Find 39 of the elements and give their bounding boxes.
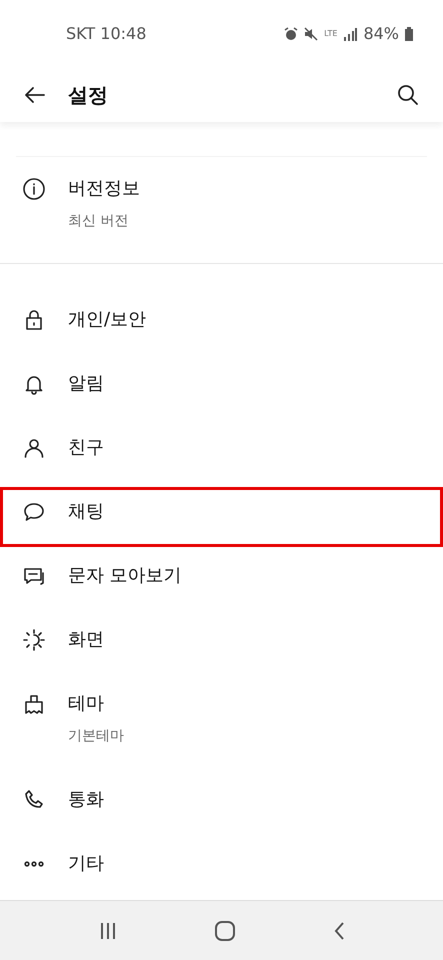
battery-icon: [405, 27, 413, 41]
settings-item[interactable]: 화면: [0, 608, 443, 672]
settings-item[interactable]: 기타: [0, 832, 443, 896]
back-nav-button[interactable]: [332, 920, 345, 940]
more-icon: [24, 861, 44, 867]
item-subtitle: 최신 버전: [68, 212, 130, 231]
settings-item[interactable]: 알림: [0, 352, 443, 416]
settings-item[interactable]: 채팅: [0, 480, 443, 544]
network-label: LTE: [324, 30, 338, 38]
version-row[interactable]: 버전정보 최신 버전: [0, 157, 443, 253]
settings-item[interactable]: 친구: [0, 416, 443, 480]
home-button[interactable]: [214, 920, 236, 942]
item-subtitle: 기본테마: [68, 727, 124, 746]
item-label: 친구: [68, 436, 104, 460]
search-button[interactable]: [395, 82, 421, 108]
battery-percent: 84%: [363, 23, 399, 45]
page-title: 설정: [68, 82, 109, 109]
item-label: 통화: [68, 788, 104, 812]
settings-item[interactable]: 테마 기본테마: [0, 672, 443, 768]
person-icon: [22, 436, 46, 460]
alarm-icon: [284, 27, 298, 41]
item-label: 채팅: [68, 500, 104, 524]
settings-item[interactable]: 통화: [0, 768, 443, 832]
mute-icon: [304, 27, 318, 41]
status-time: SKT 10:48: [66, 23, 146, 45]
signal-icon: [343, 28, 358, 40]
sun-icon: [22, 628, 46, 652]
settings-item[interactable]: 개인/보안: [0, 288, 443, 352]
settings-item[interactable]: 문자 모아보기: [0, 544, 443, 608]
item-label: 버전정보: [68, 177, 140, 201]
info-icon: [22, 177, 46, 201]
item-label: 문자 모아보기: [68, 564, 182, 588]
brush-icon: [22, 692, 46, 716]
item-label: 개인/보안: [68, 308, 146, 332]
item-label: 테마: [68, 692, 105, 716]
item-label: 기타: [68, 852, 104, 876]
speech-bubble-icon: [22, 500, 46, 524]
item-label: 알림: [68, 372, 104, 396]
item-label: 화면: [68, 628, 104, 652]
